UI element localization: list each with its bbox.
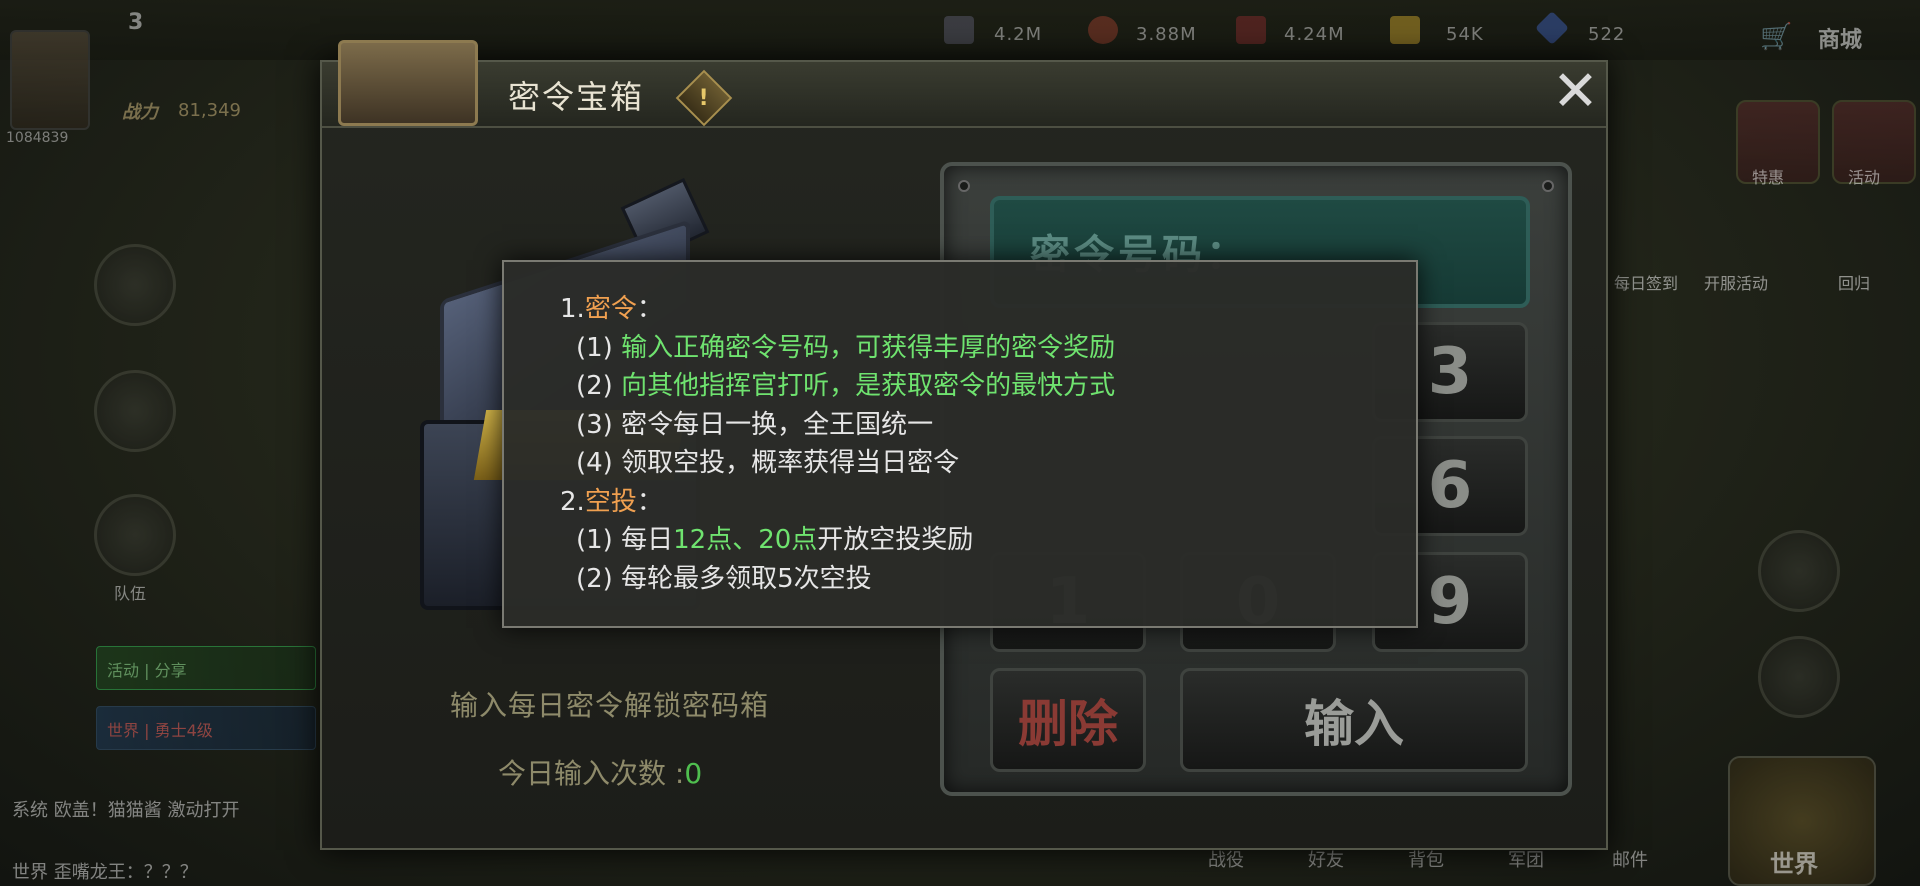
server-event-label[interactable]: 开服活动 <box>1704 270 1768 294</box>
rule-suffix: 开放空投奖励 <box>817 525 974 555</box>
steel-icon <box>944 16 974 44</box>
resource-steel: 4.2M <box>994 24 1043 45</box>
rule-line: (4) 领取空投，概率获得当日密令 <box>576 448 960 478</box>
screw <box>958 180 970 192</box>
return-label[interactable]: 回归 <box>1838 270 1870 294</box>
delete-button[interactable]: 删除 <box>990 668 1146 772</box>
rule-text: 输入正确密令号码，可获得丰厚的密令奖励 <box>621 332 1116 363</box>
section-colon: ： <box>636 486 663 517</box>
player-level: 3 <box>128 10 144 35</box>
section-number: 2. <box>560 486 585 517</box>
resource-oil: 3.88M <box>1136 24 1197 45</box>
radar-button[interactable] <box>94 244 176 326</box>
oil-icon <box>1088 16 1118 44</box>
shop-button[interactable]: 商城 <box>1818 22 1862 54</box>
rule-text: 向其他指挥官打听，是获取密令的最快方式 <box>621 371 1116 401</box>
resource-food: 4.24M <box>1284 24 1345 45</box>
rule-line: (2) 每轮最多领取5次空投 <box>576 563 872 594</box>
panel-title: 密令宝箱 <box>508 78 645 116</box>
input-button[interactable]: 输入 <box>1180 668 1528 772</box>
resource-diamond: 522 <box>1588 24 1626 45</box>
daily-count-value: 0 <box>684 757 703 790</box>
player-avatar[interactable] <box>10 30 90 130</box>
daily-count: 今日输入次数 :0 <box>498 752 702 792</box>
rule-line: (1) 输入正确密令号码，可获得丰厚的密令奖励 <box>560 329 1360 368</box>
food-icon <box>1236 16 1266 44</box>
special-offer-label: 特惠 <box>1752 168 1785 187</box>
info-tooltip: 1.密令： (1) 输入正确密令号码，可获得丰厚的密令奖励 (2) 向其他指挥官… <box>502 260 1418 628</box>
section-number: 1. <box>560 294 585 324</box>
world-label: 世界 <box>1770 850 1818 878</box>
section-2-heading: 2.空投： <box>560 483 1360 522</box>
rule-line: (3) 密令每日一换，全王国统一 <box>576 409 934 440</box>
daily-signin-label[interactable]: 每日签到 <box>1614 270 1678 294</box>
exclamation-icon: ! <box>698 85 710 111</box>
chat-line-1[interactable]: 系统 欧盖！猫猫酱 激动打开 <box>12 796 239 822</box>
team-label: 队伍 <box>114 584 147 603</box>
player-id: 1084839 <box>6 130 69 146</box>
event-banner-2[interactable]: 世界 | 勇士4级 <box>96 706 316 750</box>
screw <box>1542 180 1554 192</box>
gold-icon <box>1390 16 1420 44</box>
unlock-hint: 输入每日密令解锁密码箱 <box>450 689 770 722</box>
lock-button[interactable] <box>94 370 176 452</box>
cart-icon[interactable]: 🛒 <box>1760 22 1792 52</box>
daily-count-label: 今日输入次数 : <box>498 757 685 790</box>
rule-number: (2) <box>576 371 622 401</box>
chat-line-2[interactable]: 世界 歪嘴龙王：？？？ <box>12 858 198 884</box>
power-value: 81,349 <box>178 100 241 121</box>
event-banner-1[interactable]: 活动 | 分享 <box>96 646 316 690</box>
rule-line: (1) 每日12点、20点开放空投奖励 <box>560 521 1360 560</box>
power-label: 战力 <box>122 102 158 123</box>
tab-mail[interactable]: 邮件 <box>1612 846 1648 872</box>
mail-button[interactable] <box>1758 530 1840 612</box>
section-title: 密令 <box>584 294 637 324</box>
rule-prefix: (1) 每日 <box>576 525 674 555</box>
section-1-heading: 1.密令： <box>560 290 1360 329</box>
hammer-button[interactable] <box>1758 636 1840 718</box>
resource-gold: 54K <box>1446 24 1484 45</box>
activity-label: 活动 <box>1848 168 1881 187</box>
close-button[interactable]: ✕ <box>1552 64 1599 120</box>
rule-highlight: 12点、20点 <box>673 525 818 555</box>
rule-number: (1) <box>576 332 622 363</box>
chest-thumbnail <box>338 40 478 126</box>
section-title: 空投 <box>584 486 637 517</box>
flag-button[interactable] <box>94 494 176 576</box>
rule-line: (2) 向其他指挥官打听，是获取密令的最快方式 <box>560 367 1360 406</box>
section-colon: ： <box>636 294 663 324</box>
